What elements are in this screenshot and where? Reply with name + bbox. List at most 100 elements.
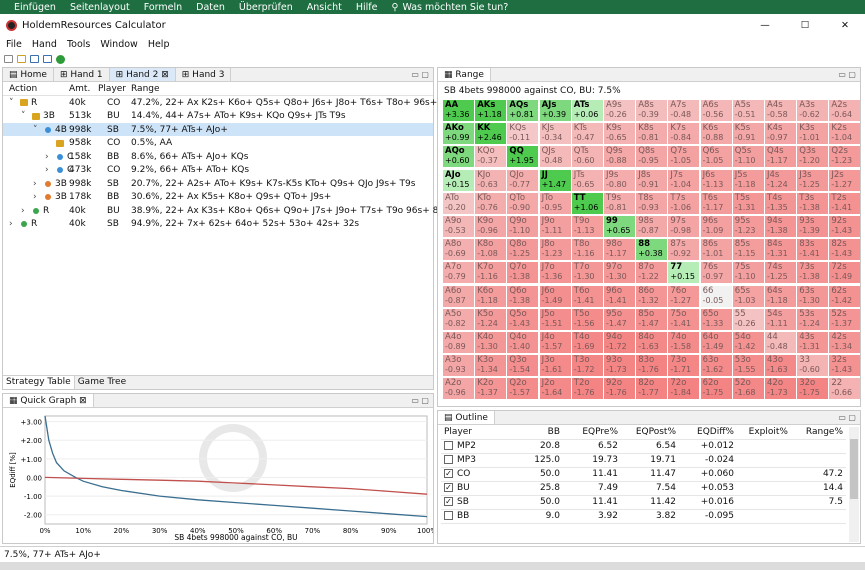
hand-cell[interactable]: Q3s -1.20 <box>797 146 829 168</box>
hand-cell[interactable]: 54o -1.42 <box>732 332 764 353</box>
hand-cell[interactable]: A7o -0.79 <box>443 262 474 284</box>
hand-cell[interactable]: 75s -1.10 <box>732 262 764 284</box>
hand-cell[interactable]: T5o -1.56 <box>571 308 603 330</box>
hand-cell[interactable]: 76s -0.97 <box>700 262 732 284</box>
hand-cell[interactable]: JTs -0.65 <box>571 169 603 191</box>
open-icon[interactable] <box>17 55 26 63</box>
hand-cell[interactable]: K8o -1.08 <box>475 239 507 261</box>
ribbon-item[interactable]: Seitenlayout <box>70 2 130 13</box>
hand-cell[interactable]: 94s -1.38 <box>765 216 796 237</box>
hand-cell[interactable]: T3s -1.38 <box>797 192 829 214</box>
hand-cell[interactable]: A3o -0.93 <box>443 355 474 377</box>
hand-cell[interactable]: AQs +0.81 <box>507 100 539 121</box>
hand-cell[interactable]: KK +2.46 <box>475 123 507 145</box>
expand-icon[interactable]: › <box>33 179 41 189</box>
tell-me-input[interactable]: Was möchten Sie tun? <box>402 2 508 13</box>
new-icon[interactable] <box>4 55 13 63</box>
expand-icon[interactable]: ˅ <box>33 125 41 135</box>
hand-cell[interactable]: 87o -1.22 <box>636 262 668 284</box>
tab-outline[interactable]: ▤ Outline <box>438 411 495 424</box>
tree-row[interactable]: ˅ R 40k CO 47.2%, 22+ Ax K2s+ K6o+ Q5s+ Q8o+… <box>3 96 484 109</box>
hand-cell[interactable]: KQs -0.11 <box>507 123 539 145</box>
hand-cell[interactable]: T7s -1.06 <box>668 192 700 214</box>
hand-cell[interactable]: QJo -0.77 <box>507 169 539 191</box>
hand-cell[interactable]: K6s -0.88 <box>700 123 732 145</box>
hand-cell[interactable]: 73o -1.71 <box>668 355 700 377</box>
hand-cell[interactable]: J7s -1.04 <box>668 169 700 191</box>
ribbon-item[interactable]: Daten <box>196 2 225 13</box>
hand-cell[interactable]: 73s -1.38 <box>797 262 829 284</box>
hand-cell[interactable]: T4s -1.35 <box>765 192 796 214</box>
col-exploit[interactable]: Exploit% <box>737 425 791 440</box>
expand-icon[interactable]: › <box>9 219 17 229</box>
tree-row[interactable]: › C 473k CO 9.2%, 66+ ATs+ ATo+ KQs <box>3 164 433 177</box>
col-eqdiff[interactable]: EQDiff% <box>679 425 737 440</box>
hand-cell[interactable]: 98o -1.17 <box>604 239 635 261</box>
hand-cell[interactable]: J4o -1.57 <box>539 332 571 353</box>
hand-cell[interactable]: J4s -1.24 <box>765 169 796 191</box>
hand-cell[interactable]: 96s -1.09 <box>700 216 732 237</box>
hand-cell[interactable]: K9s -0.65 <box>604 123 635 145</box>
hand-cell[interactable]: 93o -1.73 <box>604 355 635 377</box>
hand-cell[interactable]: 63s -1.30 <box>797 285 829 307</box>
hand-cell[interactable]: 65s -1.03 <box>732 285 764 307</box>
tree-row[interactable]: 958k CO 0.5%, AA <box>3 137 433 150</box>
hand-cell[interactable]: T4o -1.69 <box>571 332 603 353</box>
hand-cell[interactable]: QQ +1.95 <box>507 146 539 168</box>
hand-cell[interactable]: Q9o -1.10 <box>507 216 539 237</box>
col-action[interactable]: Action <box>9 84 37 94</box>
hand-cell[interactable]: KJo -0.63 <box>475 169 507 191</box>
hand-cell[interactable]: J5s -1.18 <box>732 169 764 191</box>
hand-cell[interactable]: J6s -1.13 <box>700 169 732 191</box>
outline-scrollbar[interactable] <box>849 427 859 542</box>
player-checkbox[interactable]: ✓ <box>444 497 453 506</box>
hand-cell[interactable]: K7s -0.84 <box>668 123 700 145</box>
hand-cell[interactable]: Q5o -1.43 <box>507 308 539 330</box>
hand-cell[interactable]: A2o -0.96 <box>443 378 474 400</box>
menu-hand[interactable]: Hand <box>32 39 57 50</box>
hand-cell[interactable]: 96o -1.41 <box>604 285 635 307</box>
player-checkbox[interactable] <box>444 455 453 464</box>
scrollbar-thumb[interactable] <box>850 439 858 499</box>
col-player[interactable]: Player <box>441 425 523 440</box>
hand-cell[interactable]: 63o -1.62 <box>700 355 732 377</box>
hand-cell[interactable]: A2s -0.64 <box>829 100 861 121</box>
hand-cell[interactable]: T8s -0.93 <box>636 192 668 214</box>
hand-cell[interactable]: 42s -1.34 <box>829 332 861 353</box>
hand-cell[interactable]: Q2s -1.23 <box>829 146 861 168</box>
hand-cell[interactable]: K9o -0.96 <box>475 216 507 237</box>
hand-cell[interactable]: T2s -1.41 <box>829 192 861 214</box>
hand-cell[interactable]: Q8s -0.95 <box>636 146 668 168</box>
expand-icon[interactable]: ˅ <box>9 98 17 108</box>
hand-cell[interactable]: Q4s -1.17 <box>765 146 796 168</box>
ribbon-item[interactable]: Überprüfen <box>239 2 293 13</box>
hand-cell[interactable]: 76o -1.27 <box>668 285 700 307</box>
expand-icon[interactable]: › <box>45 152 53 162</box>
hand-cell[interactable]: A9o -0.53 <box>443 216 474 237</box>
player-checkbox[interactable] <box>444 511 453 520</box>
hand-cell[interactable]: A6o -0.87 <box>443 285 474 307</box>
hand-cell[interactable]: 32s -1.43 <box>829 355 861 377</box>
hand-cell[interactable]: 75o -1.41 <box>668 308 700 330</box>
hand-cell[interactable]: J8s -0.91 <box>636 169 668 191</box>
expand-icon[interactable]: › <box>45 165 53 175</box>
hand-cell[interactable]: A9s -0.26 <box>604 100 635 121</box>
hand-cell[interactable]: J3o -1.61 <box>539 355 571 377</box>
hand-cell[interactable]: T2o -1.76 <box>571 378 603 400</box>
hand-cell[interactable]: Q4o -1.40 <box>507 332 539 353</box>
hand-cell[interactable]: 88 +0.38 <box>636 239 668 261</box>
hand-cell[interactable]: K6o -1.18 <box>475 285 507 307</box>
col-amt[interactable]: Amt. <box>69 84 90 94</box>
hand-cell[interactable]: J7o -1.36 <box>539 262 571 284</box>
hand-cell[interactable]: 92o -1.76 <box>604 378 635 400</box>
hand-cell[interactable]: 52o -1.68 <box>732 378 764 400</box>
tab-quick-graph[interactable]: ▦ Quick Graph ⊠ <box>3 394 94 407</box>
outline-row[interactable]: ✓ SB 50.0 11.41 11.42 +0.016 7.5 <box>441 495 846 510</box>
ribbon-item[interactable]: Ansicht <box>307 2 342 13</box>
hand-cell[interactable]: JTo -0.95 <box>539 192 571 214</box>
hand-cell[interactable]: QTs -0.60 <box>571 146 603 168</box>
hand-cell[interactable]: KQo -0.37 <box>475 146 507 168</box>
hand-cell[interactable]: JJ +1.47 <box>539 169 571 191</box>
hand-cell[interactable]: 99 +0.65 <box>604 216 635 237</box>
hand-cell[interactable]: Q7o -1.38 <box>507 262 539 284</box>
